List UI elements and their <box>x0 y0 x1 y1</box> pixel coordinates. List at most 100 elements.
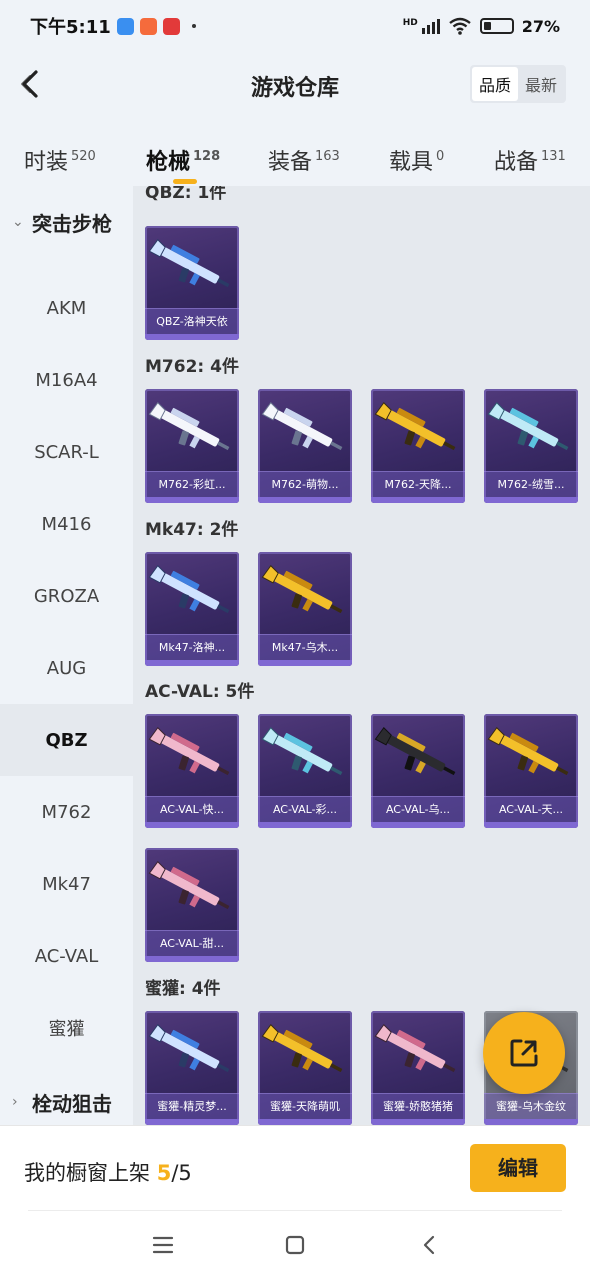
weapon-skin-card[interactable]: AC-VAL-甜... <box>145 848 239 962</box>
rarity-bar <box>371 822 465 828</box>
weapon-skin-icon <box>374 1023 456 1073</box>
share-button[interactable] <box>483 1012 565 1094</box>
weapon-skin-icon <box>148 726 230 776</box>
weapon-skin-name: M762-萌物... <box>258 471 352 497</box>
notification-app-icon <box>139 17 157 35</box>
status-time: 下午5:11 <box>30 17 111 38</box>
category-tabs: 时装 520 枪械 128 装备 163 载具 0 战备 131 <box>0 130 590 186</box>
weapon-skin-icon <box>487 726 569 776</box>
nav-back-icon[interactable] <box>415 1230 445 1260</box>
weapon-skin-card[interactable]: M762-彩虹... <box>145 389 239 503</box>
sort-quality-button[interactable]: 品质 <box>471 67 518 101</box>
weapon-skin-name: 蜜獾-天降萌叽 <box>258 1093 352 1119</box>
divider <box>28 1210 562 1211</box>
weapon-skin-card[interactable]: AC-VAL-天... <box>484 714 578 828</box>
hd-signal-icon: HD <box>403 18 440 34</box>
weapon-skin-name: AC-VAL-彩... <box>258 796 352 822</box>
tab-battle-gear[interactable]: 战备 131 <box>494 144 566 176</box>
sidebar-item-qbz[interactable]: QBZ <box>0 704 133 776</box>
wifi-icon <box>448 17 471 35</box>
sidebar-item-akm[interactable]: AKM <box>0 272 133 344</box>
weapon-skin-icon <box>261 564 343 614</box>
rarity-bar <box>145 497 239 503</box>
rarity-bar <box>371 497 465 503</box>
weapon-skin-card[interactable]: AC-VAL-彩... <box>258 714 352 828</box>
title-bar: 游戏仓库 品质 最新 <box>0 52 590 116</box>
weapon-skin-card[interactable]: M762-绒雪... <box>484 389 578 503</box>
rarity-bar <box>145 334 239 340</box>
weapon-skin-card[interactable]: Mk47-乌木... <box>258 552 352 666</box>
showcase-count: 5 <box>156 1161 172 1185</box>
weapon-skin-name: AC-VAL-天... <box>484 796 578 822</box>
weapon-category-sidebar: ⌄ 突击步枪 › 栓动狙击 AKM M16A4 SCAR-L M416 GROZA AUG… <box>0 186 133 1125</box>
weapon-skin-grid: QBZ: 1件 QBZ-洛神天依 M762: 4件 M762-彩虹... M762-萌物… <box>133 186 590 1125</box>
weapon-skin-name: 蜜獾-精灵梦... <box>145 1093 239 1119</box>
weapon-skin-name: M762-天降... <box>371 471 465 497</box>
section-heading: AC-VAL: 5件 <box>145 682 255 702</box>
share-external-icon <box>510 1039 538 1067</box>
tab-vehicles[interactable]: 载具 0 <box>389 144 444 176</box>
weapon-skin-card[interactable]: QBZ-洛神天依 <box>145 226 239 340</box>
weapon-skin-name: AC-VAL-甜... <box>145 930 239 956</box>
rarity-bar <box>484 497 578 503</box>
weapon-skin-name: Mk47-乌木... <box>258 634 352 660</box>
weapon-skin-icon <box>261 401 343 451</box>
rarity-bar <box>145 956 239 962</box>
weapon-skin-card[interactable]: Mk47-洛神... <box>145 552 239 666</box>
weapon-skin-name: 蜜獾-娇憨猪猪 <box>371 1093 465 1119</box>
tab-equipment[interactable]: 装备 163 <box>268 144 340 176</box>
sidebar-item-honey-badger[interactable]: 蜜獾 <box>0 992 133 1064</box>
weapon-skin-name: AC-VAL-乌... <box>371 796 465 822</box>
status-indicators: HD 27% <box>403 17 560 36</box>
weapon-skin-card[interactable]: AC-VAL-快... <box>145 714 239 828</box>
home-square-icon[interactable] <box>280 1230 310 1260</box>
rarity-bar <box>145 660 239 666</box>
sidebar-item-mk47[interactable]: Mk47 <box>0 848 133 920</box>
sort-newest-button[interactable]: 最新 <box>518 67 564 101</box>
sidebar-item-m416[interactable]: M416 <box>0 488 133 560</box>
sidebar-item-ac-val[interactable]: AC-VAL <box>0 920 133 992</box>
status-bar: 下午5:11 HD 27% <box>0 0 590 52</box>
status-app-icons <box>111 17 180 35</box>
battery-icon <box>479 18 514 34</box>
weapon-skin-icon <box>148 1023 230 1073</box>
notification-app-icon <box>162 17 180 35</box>
section-heading: M762: 4件 <box>145 357 239 377</box>
weapon-skin-card[interactable]: 蜜獾-娇憨猪猪 <box>371 1011 465 1125</box>
sidebar-item-groza[interactable]: GROZA <box>0 560 133 632</box>
sidebar-item-m762[interactable]: M762 <box>0 776 133 848</box>
tab-costume[interactable]: 时装 520 <box>24 144 96 176</box>
weapon-skin-name: QBZ-洛神天依 <box>145 308 239 334</box>
weapon-skin-icon <box>374 401 456 451</box>
weapon-skin-name: 蜜獾-乌木金纹 <box>484 1093 578 1119</box>
weapon-skin-card[interactable]: M762-天降... <box>371 389 465 503</box>
weapon-skin-name: M762-彩虹... <box>145 471 239 497</box>
sidebar-item-scar-l[interactable]: SCAR-L <box>0 416 133 488</box>
menu-icon[interactable] <box>148 1230 178 1260</box>
weapon-skin-name: AC-VAL-快... <box>145 796 239 822</box>
sidebar-item-aug[interactable]: AUG <box>0 632 133 704</box>
weapon-skin-icon <box>148 401 230 451</box>
rarity-bar <box>145 822 239 828</box>
section-heading: 蜜獾: 4件 <box>145 979 221 999</box>
sidebar-item-m16a4[interactable]: M16A4 <box>0 344 133 416</box>
section-heading: Mk47: 2件 <box>145 520 239 540</box>
rarity-bar <box>484 822 578 828</box>
weapon-skin-icon <box>148 860 230 910</box>
tab-firearms[interactable]: 枪械 128 <box>146 144 220 184</box>
notification-app-icon <box>116 17 134 35</box>
showcase-footer: 我的橱窗上架 5/5 编辑 <box>0 1125 590 1210</box>
weapon-skin-icon <box>374 726 456 776</box>
weapon-skin-icon <box>261 726 343 776</box>
showcase-status: 我的橱窗上架 5/5 <box>24 1161 192 1185</box>
weapon-skin-card[interactable]: AC-VAL-乌... <box>371 714 465 828</box>
sidebar-group-bolt-action-snipers[interactable]: › 栓动狙击 <box>0 1080 133 1124</box>
edit-button[interactable]: 编辑 <box>470 1144 566 1192</box>
weapon-skin-card[interactable]: 蜜獾-精灵梦... <box>145 1011 239 1125</box>
weapon-skin-name: Mk47-洛神... <box>145 634 239 660</box>
system-nav-bar <box>0 1210 590 1280</box>
weapon-skin-card[interactable]: 蜜獾-天降萌叽 <box>258 1011 352 1125</box>
weapon-skin-card[interactable]: M762-萌物... <box>258 389 352 503</box>
sidebar-group-assault-rifles[interactable]: ⌄ 突击步枪 <box>0 200 133 244</box>
weapon-skin-icon <box>148 238 230 288</box>
